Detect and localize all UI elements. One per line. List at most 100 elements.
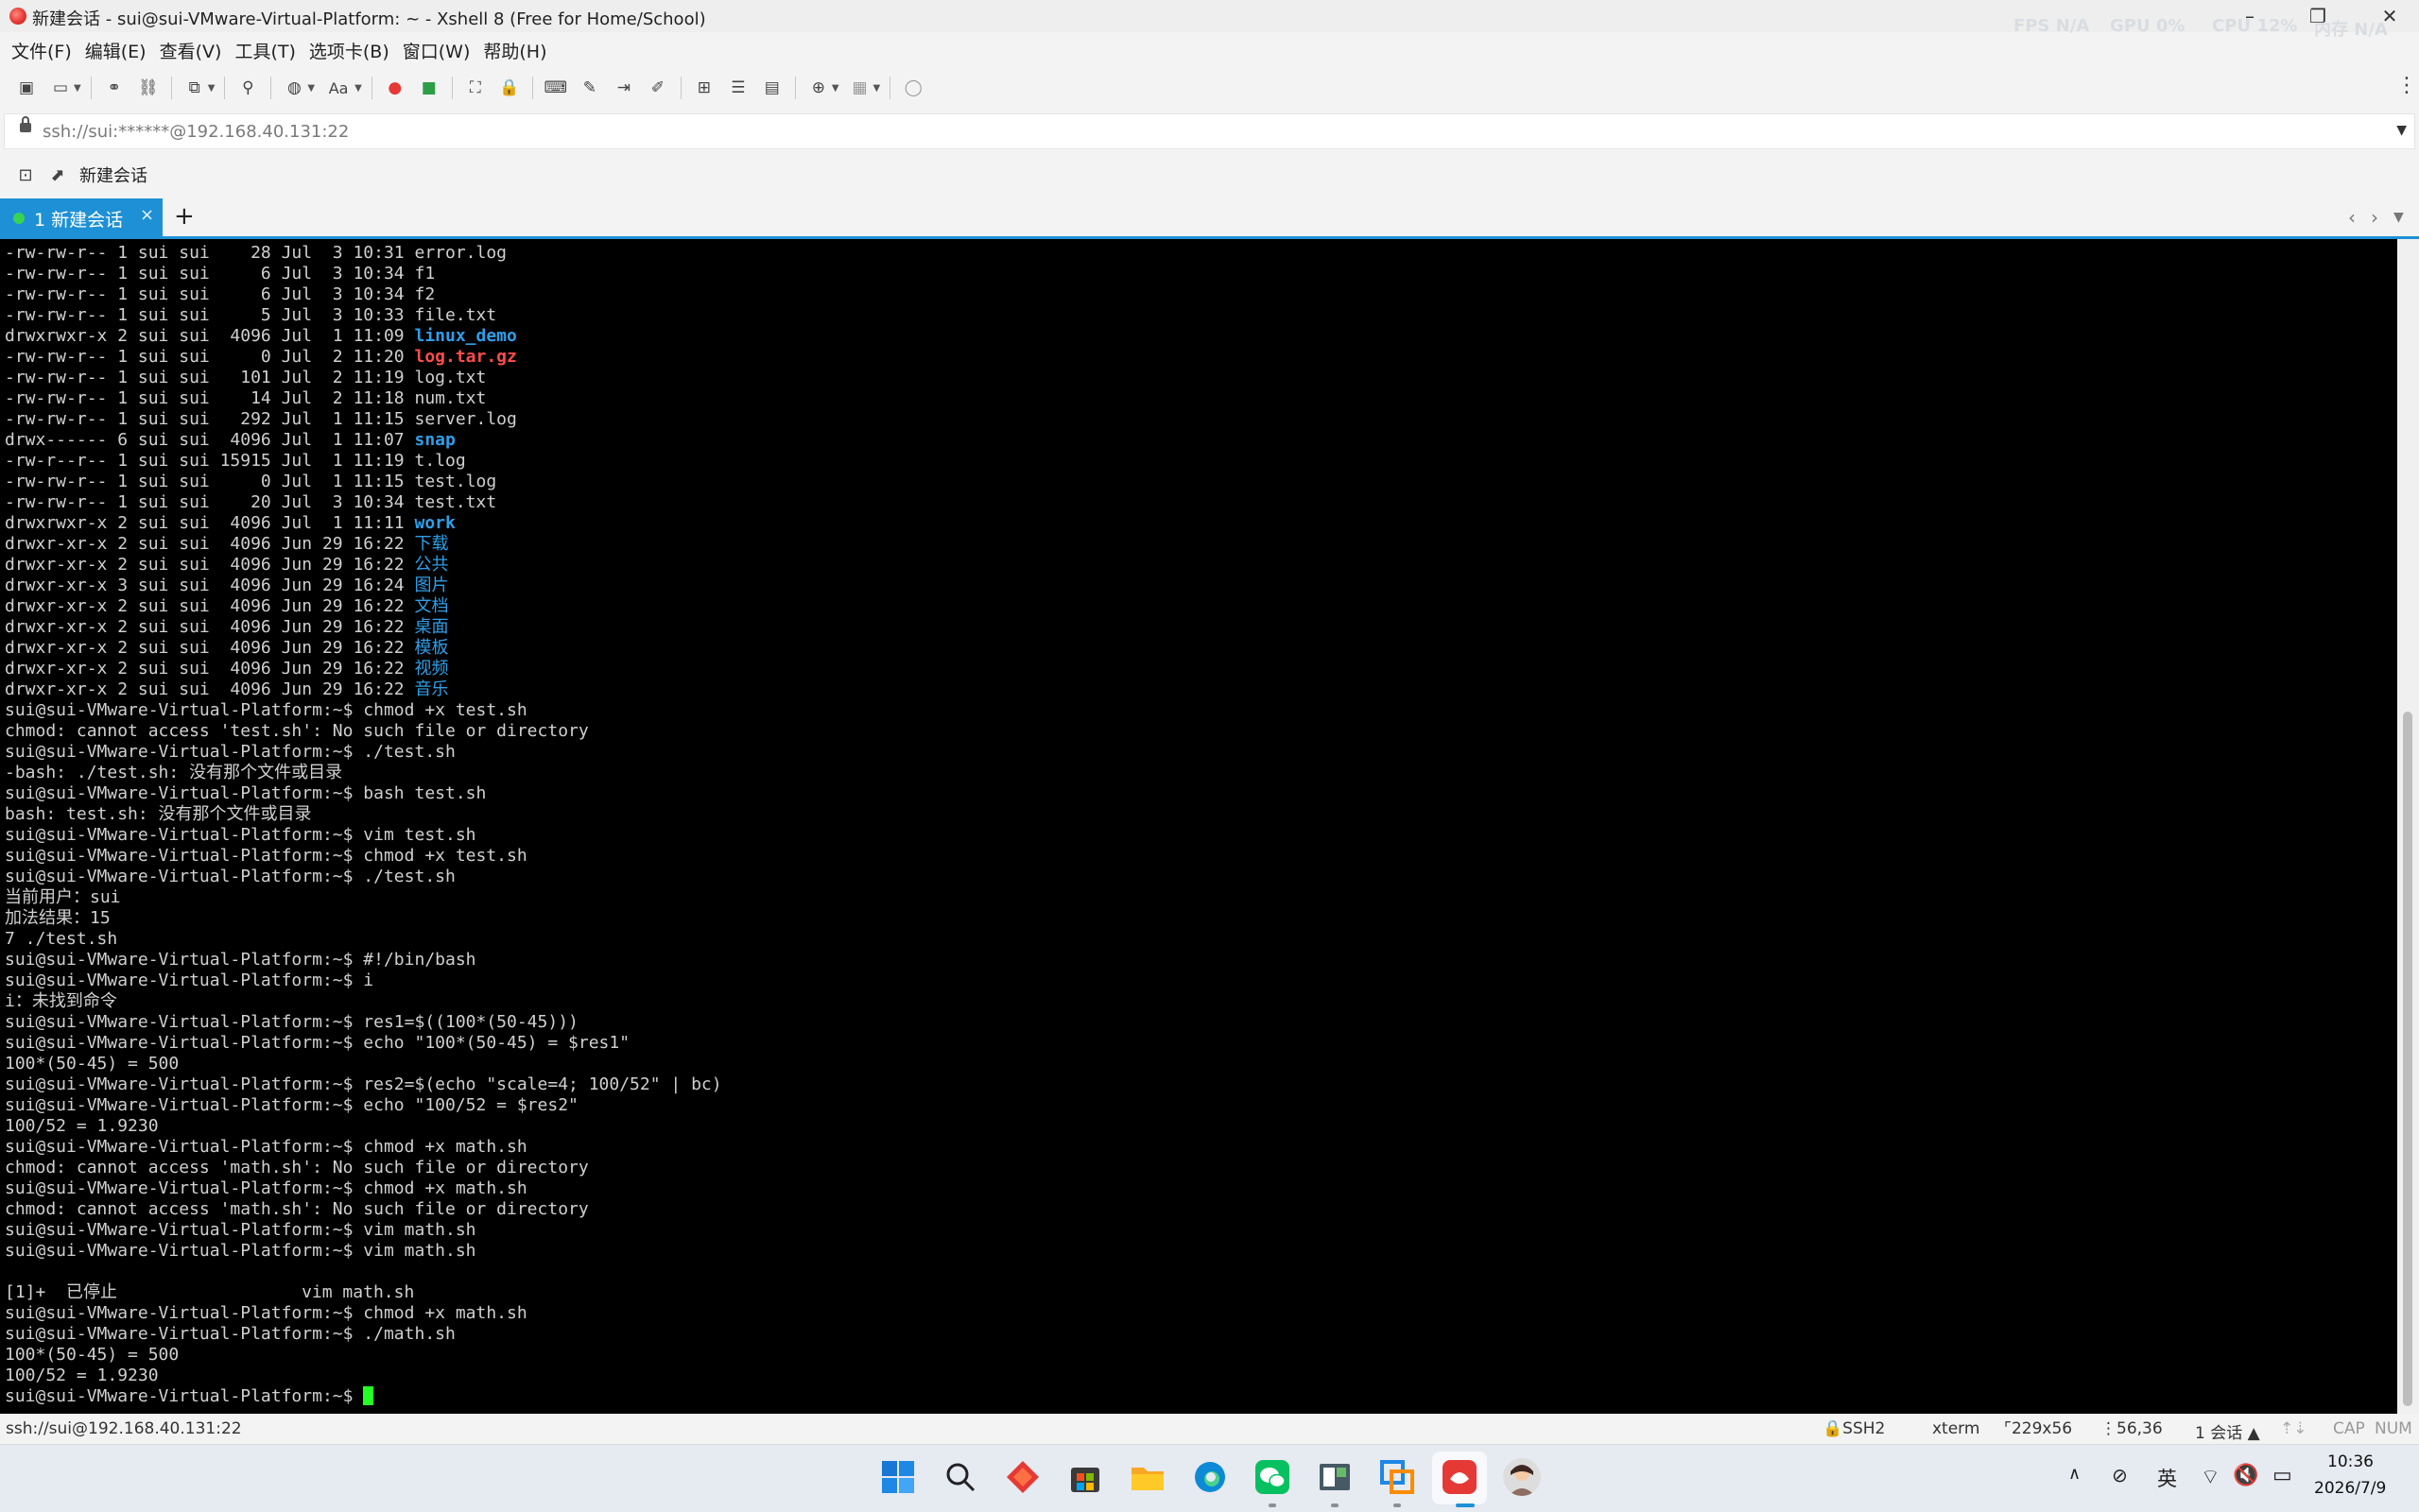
terminal-filename: test.log xyxy=(414,472,497,491)
new-session-link[interactable]: 新建会话 xyxy=(79,163,147,187)
compose-icon[interactable]: ✎ xyxy=(577,75,603,101)
keyboard-icon[interactable]: ⌨ xyxy=(543,75,569,101)
menu-view[interactable]: 查看(V) xyxy=(160,38,222,63)
terminal-line: 100/52 = 1.9230 xyxy=(5,1116,722,1137)
search-icon[interactable]: ⚲ xyxy=(234,75,261,101)
wifi-icon[interactable]: ⌔ xyxy=(2201,1464,2220,1490)
chevron-down-icon[interactable]: ▼ xyxy=(208,83,216,94)
xshell-taskbar-icon[interactable] xyxy=(1441,1458,1478,1496)
transfer-icon[interactable]: ⇥ xyxy=(611,75,637,101)
chevron-up-icon: ▲ xyxy=(2247,1424,2260,1443)
chevron-down-icon[interactable]: ▼ xyxy=(832,83,839,94)
wechat-icon[interactable] xyxy=(1253,1458,1291,1496)
app-red-diamond-icon[interactable] xyxy=(1004,1458,1042,1496)
terminal-filename: error.log xyxy=(414,243,508,263)
chevron-down-icon[interactable]: ▼ xyxy=(873,83,881,94)
tab-close-icon[interactable]: × xyxy=(140,205,154,225)
battery-icon[interactable]: ▭ xyxy=(2272,1464,2292,1487)
script-icon[interactable]: ✐ xyxy=(645,75,671,101)
terminal-line-text: -rw-rw-r-- 1 sui sui 0 Jul 2 11:20 xyxy=(5,347,415,367)
copy-icon[interactable]: ⧉ xyxy=(181,75,208,101)
add-tab-icon[interactable]: ⊕ xyxy=(805,75,832,101)
status-sessions[interactable]: 1 会话 ▲ xyxy=(2195,1419,2260,1443)
menu-file[interactable]: 文件(F) xyxy=(11,38,72,63)
terminal-scrollbar[interactable] xyxy=(2397,239,2419,1414)
menu-help[interactable]: 帮助(H) xyxy=(483,38,546,63)
notes-icon[interactable]: ▤ xyxy=(759,75,786,101)
edge-browser-icon[interactable] xyxy=(1191,1458,1229,1496)
chevron-down-icon[interactable]: ▼ xyxy=(2396,123,2407,138)
resize-icon: ⌜ xyxy=(2004,1419,2012,1438)
disconnect-icon[interactable]: ⛓ xyxy=(135,75,162,101)
clock-time[interactable]: 10:36 xyxy=(2327,1452,2374,1471)
fullscreen-icon[interactable]: ⛶ xyxy=(462,75,489,101)
search-icon[interactable] xyxy=(942,1458,979,1496)
chevron-down-icon[interactable]: ▼ xyxy=(354,83,362,94)
terminal-prompt-line[interactable]: sui@sui-VMware-Virtual-Platform:~$ xyxy=(5,1386,722,1407)
address-text[interactable]: ssh://sui:******@192.168.40.131:22 xyxy=(43,122,349,142)
clock-date[interactable]: 2026/7/9 xyxy=(2314,1479,2386,1498)
menu-tools[interactable]: 工具(T) xyxy=(234,38,295,63)
terminal-line-text: 7 ./test.sh xyxy=(5,929,118,949)
open-folder-icon[interactable]: ▭ xyxy=(47,75,74,101)
terminal-line-text: sui@sui-VMware-Virtual-Platform:~$ vim m… xyxy=(5,1241,476,1261)
terminal-line: sui@sui-VMware-Virtual-Platform:~$ chmod… xyxy=(5,1137,722,1158)
close-button[interactable]: ✕ xyxy=(2360,0,2419,32)
terminal-line-text: -rw-rw-r-- 1 sui sui 6 Jul 3 10:34 xyxy=(5,264,415,284)
minimize-button[interactable]: – xyxy=(2220,0,2279,32)
new-session-link-icon[interactable]: ⬈ xyxy=(47,165,68,185)
windows-start-icon[interactable] xyxy=(879,1458,917,1496)
terminal-screen[interactable]: -rw-rw-r-- 1 sui sui 28 Jul 3 10:31 erro… xyxy=(0,239,2397,1414)
ime-language[interactable]: 英 xyxy=(2157,1464,2177,1492)
terminal-line-text: -rw-rw-r-- 1 sui sui 14 Jul 2 11:18 xyxy=(5,388,415,408)
terminal-line: drwxr-xr-x 2 sui sui 4096 Jun 29 16:22 公… xyxy=(5,555,722,576)
chevron-down-icon[interactable]: ▼ xyxy=(74,83,81,94)
tab-prev-icon[interactable]: ‹ xyxy=(2348,206,2356,229)
log-icon[interactable]: ☰ xyxy=(725,75,752,101)
menu-bar: 文件(F) 编辑(E) 查看(V) 工具(T) 选项卡(B) 窗口(W) 帮助(… xyxy=(0,34,561,66)
volume-muted-icon[interactable]: 🔇 xyxy=(2233,1464,2258,1487)
microsoft-store-icon[interactable] xyxy=(1066,1458,1104,1496)
menu-tabs[interactable]: 选项卡(B) xyxy=(309,38,389,63)
restore-button[interactable]: ❐ xyxy=(2289,0,2347,32)
chat-icon[interactable]: ◯ xyxy=(900,75,926,101)
network-off-icon[interactable]: ⊘ xyxy=(2112,1464,2128,1486)
new-session-icon[interactable]: ▣ xyxy=(13,75,40,101)
terminal-filename: work xyxy=(414,513,456,533)
terminal-line: sui@sui-VMware-Virtual-Platform:~$ chmod… xyxy=(5,1303,722,1324)
more-options-icon[interactable]: ⋮ xyxy=(2396,74,2417,97)
xftp-green-icon[interactable]: ■ xyxy=(416,75,442,101)
terminal-line: -rw-rw-r-- 1 sui sui 20 Jul 3 10:34 test… xyxy=(5,492,722,513)
globe-icon[interactable]: ◍ xyxy=(281,75,307,101)
reconnect-icon[interactable]: ⚭ xyxy=(101,75,128,101)
file-explorer-icon[interactable] xyxy=(1129,1458,1166,1496)
terminal-line-text: drwxrwxr-x 2 sui sui 4096 Jul 1 11:11 xyxy=(5,513,415,533)
font-icon[interactable]: Aa xyxy=(322,75,354,101)
tab-next-icon[interactable]: › xyxy=(2371,206,2378,229)
terminal-filename: snap xyxy=(414,430,456,450)
menu-edit[interactable]: 编辑(E) xyxy=(85,38,147,63)
remote-desktop-icon[interactable] xyxy=(1378,1458,1416,1496)
terminal-filename: 图片 xyxy=(414,576,449,595)
terminal-line-text: sui@sui-VMware-Virtual-Platform:~$ ./tes… xyxy=(5,867,456,886)
active-indicator xyxy=(1456,1503,1475,1507)
terminal-filename: 公共 xyxy=(414,555,449,575)
terminal-line: sui@sui-VMware-Virtual-Platform:~$ chmod… xyxy=(5,1178,722,1199)
tab-new-session[interactable]: 1 新建会话 × xyxy=(0,198,163,236)
add-tab-button[interactable]: + xyxy=(174,202,195,231)
upload-download-icon[interactable]: ⇡⇣ xyxy=(2280,1419,2307,1438)
layout-icon[interactable]: ▦ xyxy=(847,75,873,101)
session-list-icon[interactable]: ⊡ xyxy=(15,165,36,185)
session-manager-icon[interactable]: ⊞ xyxy=(691,75,717,101)
avatar-app-icon[interactable] xyxy=(1503,1458,1541,1496)
menu-window[interactable]: 窗口(W) xyxy=(403,38,471,63)
vmware-icon[interactable] xyxy=(1316,1458,1354,1496)
chevron-down-icon[interactable]: ▼ xyxy=(307,83,315,94)
lock-icon[interactable]: 🔒 xyxy=(496,75,523,101)
xshell-red-icon[interactable]: ● xyxy=(382,75,408,101)
scrollbar-thumb[interactable] xyxy=(2403,712,2412,1406)
address-bar[interactable]: ssh://sui:******@192.168.40.131:22 ▼ xyxy=(4,113,2415,149)
chevron-up-icon[interactable]: ∧ xyxy=(2068,1464,2081,1484)
terminal-line-text: drwxr-xr-x 2 sui sui 4096 Jun 29 16:22 xyxy=(5,617,415,637)
tab-list-chevron-icon[interactable]: ▼ xyxy=(2393,210,2404,225)
